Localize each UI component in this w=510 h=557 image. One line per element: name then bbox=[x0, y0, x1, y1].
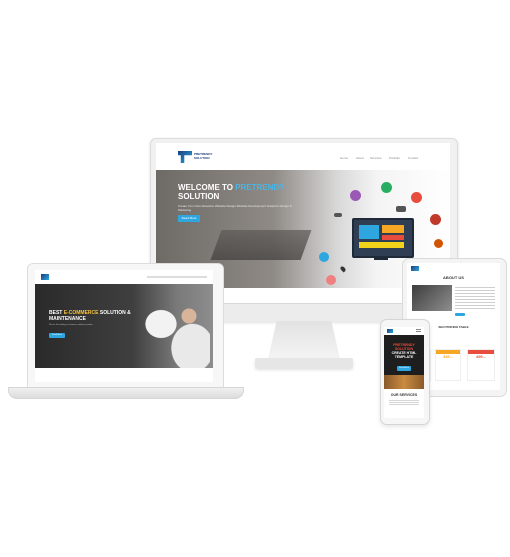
price-value-2: 349... bbox=[442, 354, 453, 359]
pencil-icon bbox=[381, 182, 392, 193]
location-icon bbox=[339, 265, 347, 273]
laptop-nav-bar bbox=[147, 276, 207, 278]
phone-menu-icon[interactable] bbox=[416, 329, 421, 333]
desktop-stand-base bbox=[255, 358, 353, 368]
logo-text: PRETRENDY SOLUTION bbox=[194, 152, 213, 160]
infographic-screen-green bbox=[359, 242, 404, 248]
phone-hero-image bbox=[384, 375, 424, 389]
megaphone-kid-image bbox=[140, 288, 210, 368]
infographic-screen-orange bbox=[382, 225, 404, 233]
hero-subtitle: Create Your Own Attractive Website Desig… bbox=[178, 204, 292, 212]
nav-portfolio[interactable]: Portfolio bbox=[389, 156, 400, 160]
phone-services-text bbox=[389, 400, 419, 406]
group-icon bbox=[396, 206, 406, 212]
laptop-hero: BEST E-COMMERCE SOLUTION & MAINTENANCE W… bbox=[35, 284, 213, 368]
tablet-about-text bbox=[455, 287, 495, 309]
infographic-stand bbox=[374, 256, 388, 260]
phone-hero-title: PRETRENDY SOLUTION CREATE HTML TEMPLATE bbox=[391, 343, 417, 359]
nav-home[interactable]: Home bbox=[340, 156, 348, 160]
car-icon bbox=[411, 192, 422, 203]
cloud-icon bbox=[334, 213, 342, 217]
tablet-about-button[interactable] bbox=[455, 313, 465, 316]
laptop-read-more-button[interactable]: Read More bbox=[49, 333, 65, 338]
hero-title: WELCOME TO PRETRENDY SOLUTION bbox=[178, 183, 285, 201]
laptop-hero-title: BEST E-COMMERCE SOLUTION & MAINTENANCE bbox=[49, 310, 131, 322]
phone-logo-icon bbox=[387, 329, 393, 333]
desktop-stand-neck bbox=[268, 321, 340, 359]
price-value-3: 499... bbox=[475, 354, 486, 359]
laptop-logo-icon bbox=[41, 274, 49, 280]
tablet-about-heading: ABOUT US bbox=[443, 275, 464, 280]
pricing-card-3: 499... bbox=[467, 349, 495, 381]
gear-icon bbox=[319, 252, 329, 262]
infographic-screen-blue bbox=[359, 225, 379, 239]
keyboard-image bbox=[210, 230, 312, 260]
phone-screen: PRETRENDY SOLUTION CREATE HTML TEMPLATE … bbox=[384, 327, 424, 418]
phone-read-more-button[interactable]: Read More bbox=[397, 366, 411, 371]
pricing-card-2: 349... bbox=[435, 349, 461, 381]
infographic-screen-red bbox=[382, 235, 404, 240]
laptop-screen: BEST E-COMMERCE SOLUTION & MAINTENANCE W… bbox=[35, 270, 213, 382]
desktop-navbar: PRETRENDY SOLUTION Home About Services P… bbox=[156, 143, 450, 170]
user-icon bbox=[326, 275, 336, 285]
tablet-logo-icon bbox=[411, 266, 419, 271]
laptop-base bbox=[8, 387, 244, 399]
phone-hero: PRETRENDY SOLUTION CREATE HTML TEMPLATE … bbox=[384, 335, 424, 389]
settings-icon bbox=[430, 214, 441, 225]
chat-icon bbox=[350, 190, 361, 201]
laptop-hero-subtitle: We are the leading e-commerce solution p… bbox=[49, 324, 93, 326]
nav-about[interactable]: About bbox=[356, 156, 364, 160]
tablet-about-image bbox=[412, 285, 452, 311]
logo-icon bbox=[178, 151, 192, 163]
phone-services-heading: OUR SERVICES bbox=[390, 393, 418, 397]
nav-services[interactable]: Services bbox=[370, 156, 382, 160]
person-icon bbox=[434, 239, 443, 248]
hero-read-more-button[interactable]: Read More bbox=[178, 215, 200, 222]
nav-contact[interactable]: Contact bbox=[408, 156, 418, 160]
